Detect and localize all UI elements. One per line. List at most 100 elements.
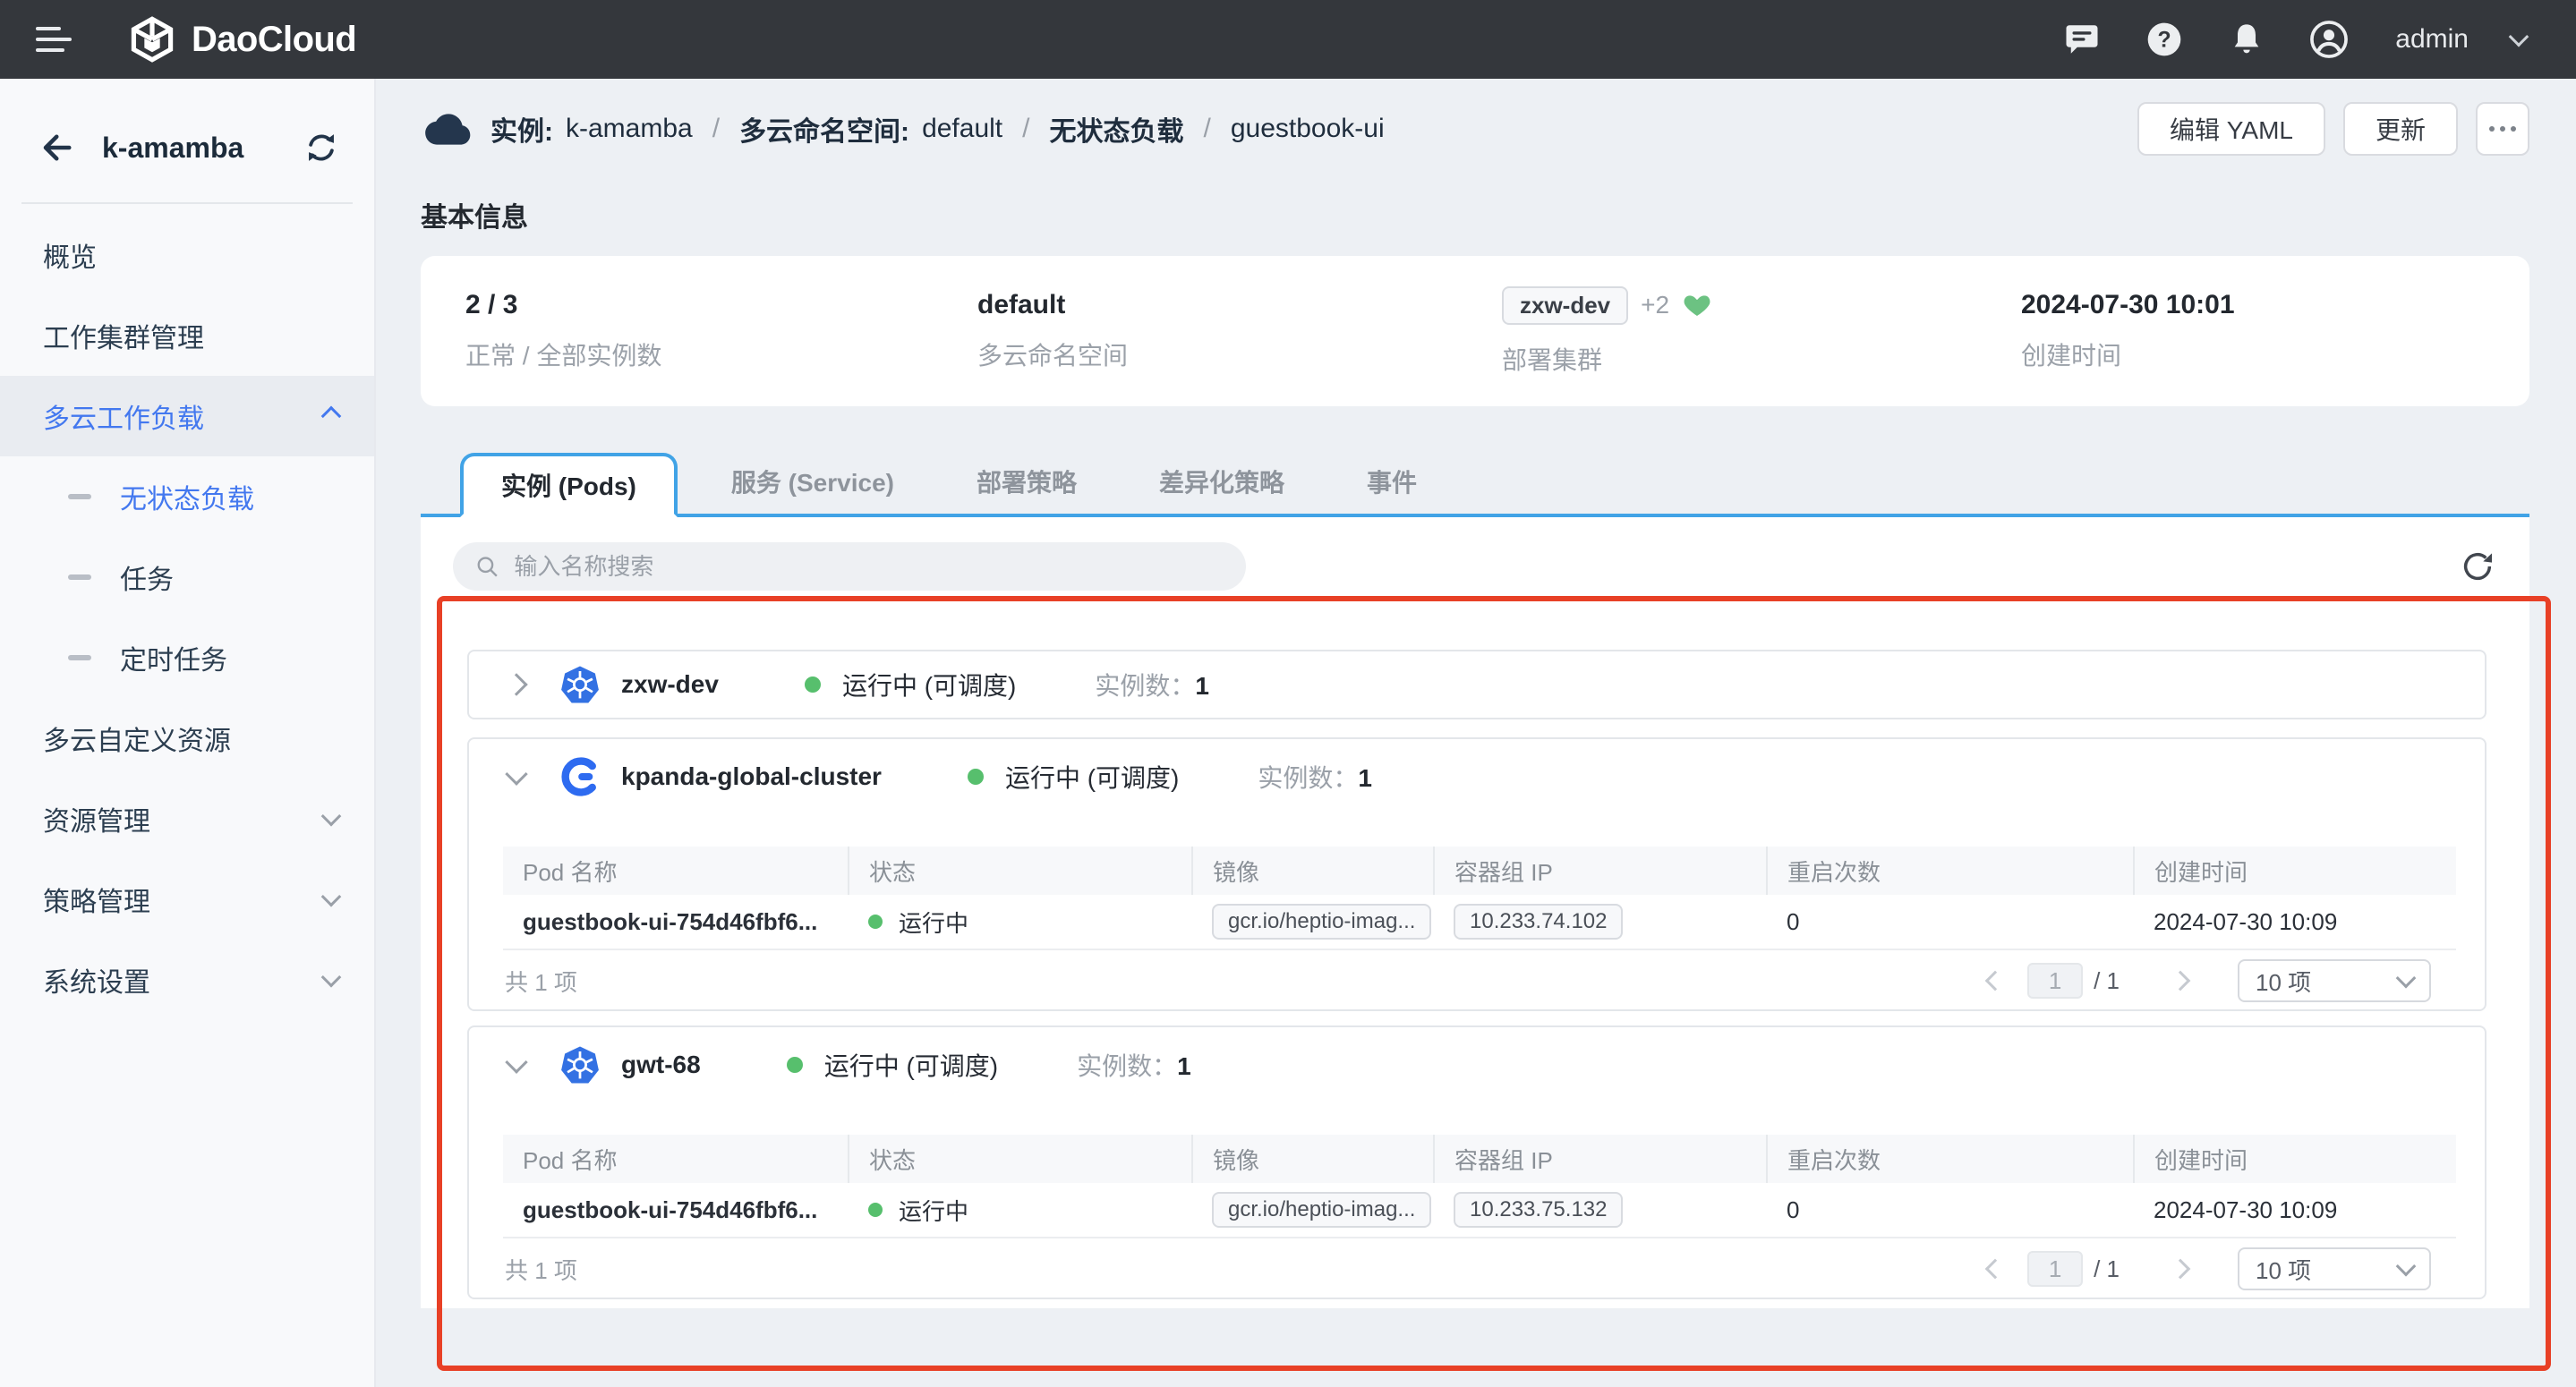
- sidebar-item-stateless-workloads[interactable]: 无状态负载: [0, 456, 374, 537]
- kubernetes-icon: [560, 1045, 600, 1085]
- col-header-created: 创建时间: [2134, 1135, 2456, 1183]
- sidebar-item-custom-resources[interactable]: 多云自定义资源: [0, 698, 374, 779]
- cluster-panel-header[interactable]: zxw-dev 运行中 (可调度) 实例数：1: [469, 651, 2485, 718]
- chevron-down-icon[interactable]: [508, 769, 530, 785]
- sidebar-item-overview[interactable]: 概览: [0, 215, 374, 295]
- prev-page-icon[interactable]: [1988, 974, 2006, 988]
- status-text: 运行中 (可调度): [824, 1047, 998, 1083]
- more-actions-button[interactable]: [2476, 102, 2529, 156]
- page-size-value: 10 项: [2256, 965, 2311, 998]
- sidebar-item-cronjobs[interactable]: 定时任务: [0, 617, 374, 698]
- page-size-select[interactable]: 10 项: [2238, 959, 2431, 1002]
- col-header-status: 状态: [849, 1135, 1192, 1183]
- cluster-panel-header[interactable]: kpanda-global-cluster 运行中 (可调度) 实例数：1: [469, 739, 2485, 814]
- chevron-down-icon: [321, 967, 342, 988]
- tab-pods[interactable]: 实例 (Pods): [460, 453, 678, 517]
- edit-yaml-button[interactable]: 编辑 YAML: [2137, 102, 2325, 156]
- table-row: guestbook-ui-754d46fbf6... 运行中 gcr.io/he…: [503, 1183, 2456, 1238]
- image-tag[interactable]: gcr.io/heptio-imag...: [1212, 904, 1431, 940]
- kpanda-icon: [560, 757, 600, 796]
- cluster-status: 运行中 (可调度): [787, 1047, 998, 1083]
- chevron-down-icon: [321, 806, 342, 827]
- sidebar-item-policy-management[interactable]: 策略管理: [0, 859, 374, 940]
- table-row: guestbook-ui-754d46fbf6... 运行中 gcr.io/he…: [503, 895, 2456, 949]
- sidebar-header: k-amamba: [0, 79, 374, 166]
- breadcrumb: 实例: k-amamba / 多云命名空间: default / 无状态负载 /…: [490, 109, 1385, 149]
- cloud-icon: [421, 110, 473, 148]
- breadcrumb-page[interactable]: 无状态负载: [1049, 109, 1183, 149]
- hamburger-menu-icon[interactable]: [36, 27, 72, 52]
- user-name[interactable]: admin: [2395, 24, 2469, 55]
- col-header-restarts: 重启次数: [1767, 847, 2134, 895]
- page-number-input[interactable]: [2027, 963, 2083, 999]
- cluster-tag[interactable]: zxw-dev: [1502, 286, 1628, 325]
- refresh-icon[interactable]: [2458, 547, 2497, 586]
- tab-service[interactable]: 服务 (Service): [731, 449, 894, 514]
- brand-name: DaoCloud: [192, 20, 356, 60]
- next-page-icon[interactable]: [2173, 1262, 2191, 1276]
- stat-label: 多云命名空间: [977, 336, 1502, 372]
- next-page-icon[interactable]: [2173, 974, 2191, 988]
- tab-events[interactable]: 事件: [1367, 449, 1417, 514]
- total-count-text: 共 1 项: [505, 1253, 577, 1286]
- ip-tag[interactable]: 10.233.74.102: [1454, 904, 1623, 940]
- sidebar-item-work-clusters[interactable]: 工作集群管理: [0, 295, 374, 376]
- col-header-restarts: 重启次数: [1767, 1135, 2134, 1183]
- avatar-icon[interactable]: [2309, 20, 2349, 59]
- pod-name-cell[interactable]: guestbook-ui-754d46fbf6...: [503, 895, 849, 949]
- app-window: DaoCloud ? admin k-amamba 概览 工作集群管理 多云工作…: [0, 0, 2576, 1387]
- image-tag[interactable]: gcr.io/heptio-imag...: [1212, 1192, 1431, 1228]
- pods-count-group: 实例数：1: [1258, 759, 1372, 795]
- page-number-input[interactable]: [2027, 1251, 2083, 1287]
- sidebar-item-multicloud-workloads[interactable]: 多云工作负载: [0, 376, 374, 456]
- chat-icon[interactable]: [2062, 20, 2102, 59]
- pod-ip-cell: 10.233.74.102: [1434, 895, 1767, 949]
- help-icon[interactable]: ?: [2145, 20, 2184, 59]
- stat-deploy-clusters: zxw-dev +2 部署集群: [1502, 286, 2021, 377]
- svg-text:?: ?: [2158, 28, 2171, 52]
- breadcrumb-value[interactable]: default: [922, 114, 1002, 144]
- cluster-panel-zxw-dev: zxw-dev 运行中 (可调度) 实例数：1: [467, 650, 2486, 719]
- cluster-panel-gwt-68: gwt-68 运行中 (可调度) 实例数：1: [467, 1025, 2486, 1299]
- tab-diff-policy[interactable]: 差异化策略: [1159, 449, 1284, 514]
- prev-page-icon[interactable]: [1988, 1262, 2006, 1276]
- pods-count-label: 实例数：: [1077, 1052, 1177, 1080]
- back-arrow-icon[interactable]: [39, 129, 77, 166]
- tab-deploy-policy[interactable]: 部署策略: [977, 449, 1077, 514]
- status-text: 运行中 (可调度): [842, 667, 1016, 702]
- col-header-pod-ip: 容器组 IP: [1434, 847, 1767, 895]
- cluster-panel-kpanda-global-cluster: kpanda-global-cluster 运行中 (可调度) 实例数：1: [467, 737, 2486, 1011]
- bell-icon[interactable]: [2227, 20, 2266, 59]
- pod-restarts-cell: 0: [1767, 895, 2134, 949]
- sidebar-item-label: 概览: [43, 235, 97, 275]
- sidebar-item-resource-management[interactable]: 资源管理: [0, 779, 374, 859]
- search-input[interactable]: [514, 553, 1224, 581]
- ip-tag[interactable]: 10.233.75.132: [1454, 1192, 1623, 1228]
- breadcrumb-separator: /: [1203, 114, 1210, 144]
- dash-icon: [68, 574, 91, 580]
- sync-icon[interactable]: [304, 131, 338, 165]
- pods-tab-content: zxw-dev 运行中 (可调度) 实例数：1: [421, 517, 2529, 1308]
- pods-count-value: 1: [1358, 764, 1372, 792]
- sidebar-divider: [21, 202, 353, 204]
- pod-restarts-cell: 0: [1767, 1183, 2134, 1238]
- page-size-select[interactable]: 10 项: [2238, 1247, 2431, 1290]
- sidebar-item-jobs[interactable]: 任务: [0, 537, 374, 617]
- more-clusters-count[interactable]: +2: [1641, 291, 1669, 319]
- dash-icon: [68, 655, 91, 660]
- update-button[interactable]: 更新: [2343, 102, 2458, 156]
- pod-name-cell[interactable]: guestbook-ui-754d46fbf6...: [503, 1183, 849, 1238]
- sidebar: k-amamba 概览 工作集群管理 多云工作负载 无状态负载 任务 定时任务 …: [0, 79, 376, 1387]
- breadcrumb-value[interactable]: k-amamba: [566, 114, 693, 144]
- header-actions: 编辑 YAML 更新: [2137, 102, 2529, 156]
- status-dot-green: [868, 1203, 883, 1217]
- user-menu-chevron-icon[interactable]: [2509, 27, 2529, 47]
- sidebar-item-system-settings[interactable]: 系统设置: [0, 940, 374, 1020]
- table-footer: 共 1 项 / 1 10 项: [503, 1240, 2452, 1298]
- chevron-down-icon[interactable]: [508, 1057, 530, 1073]
- chevron-right-icon[interactable]: [508, 676, 530, 693]
- col-header-pod-name: Pod 名称: [503, 847, 849, 895]
- cluster-panel-header[interactable]: gwt-68 运行中 (可调度) 实例数：1: [469, 1027, 2485, 1102]
- pod-status-text: 运行中: [899, 906, 968, 939]
- daocloud-logo-icon: [129, 16, 175, 63]
